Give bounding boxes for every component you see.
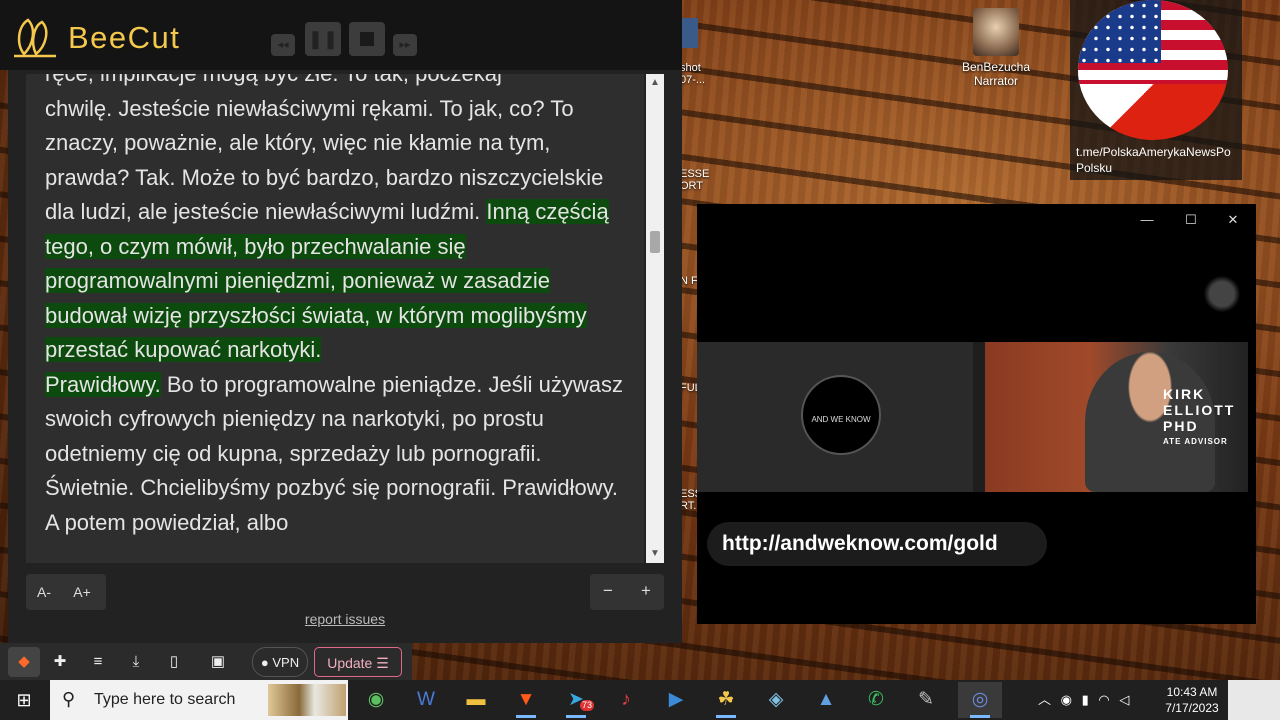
file-explorer-icon[interactable]: ▬ (454, 682, 498, 718)
media-player-icon[interactable]: ▶ (654, 682, 698, 718)
windows-start-icon[interactable]: ⊞ (0, 680, 48, 720)
app-icon-active[interactable]: ◎ (958, 682, 1002, 718)
speaker-icon[interactable]: ◁ (1119, 692, 1129, 707)
beecut-icon[interactable]: ☘ (704, 682, 748, 718)
transcript-viewport[interactable]: ręce, implikacje mogą być złe. To tak, p… (26, 74, 644, 563)
stop-button[interactable] (349, 22, 385, 56)
scroll-down-icon[interactable]: ▼ (646, 545, 664, 563)
zoom-out-button[interactable]: − (590, 574, 626, 610)
download-icon[interactable]: ⤓ (122, 647, 150, 677)
maximize-icon[interactable]: ☐ (1173, 210, 1209, 230)
app-icon-green[interactable]: ◉ (354, 682, 398, 718)
meet-now-icon[interactable]: ◉ (1061, 692, 1072, 707)
microphone-icon[interactable]: ▮ (1082, 692, 1089, 707)
telegram-icon[interactable]: ➤ 73 (554, 682, 598, 718)
forward-button[interactable]: ▸▸ (393, 34, 417, 56)
video-frame: AND WE KNOW KIRK ELLIOTT PHD ATE ADVISOR (697, 342, 1248, 492)
bee-logo-icon (14, 18, 56, 58)
app-icon-blue[interactable]: ◈ (754, 682, 798, 718)
scroll-up-icon[interactable]: ▲ (646, 74, 664, 92)
paint-icon[interactable]: ✎ (904, 682, 948, 718)
vpn-button[interactable]: ● VPN (252, 647, 308, 677)
taskbar-search-box[interactable]: ⚲ Type here to search (50, 680, 348, 720)
desktop-icon-telegram-channel[interactable]: t.me/PolskaAmerykaNewsPo Polsku (1070, 0, 1242, 180)
desktop-icon-partial[interactable] (680, 18, 700, 48)
update-button[interactable]: Update ☰ (314, 647, 402, 677)
font-decrease-button[interactable]: A- (26, 574, 62, 610)
video-left-panel: AND WE KNOW (697, 342, 973, 492)
us-poland-flag-icon (1078, 0, 1228, 140)
desktop-icon-label: t.me/PolskaAmerykaNewsPo Polsku (1076, 145, 1231, 175)
brave-shield-icon[interactable]: ◆ (8, 647, 40, 677)
video-player-window[interactable]: — ☐ ✕ AND WE KNOW KIRK ELLIOTT PHD ATE A… (697, 204, 1256, 624)
app-name: BeeCut (68, 20, 181, 55)
sidebar-icon[interactable]: ▯ (160, 647, 188, 677)
font-increase-button[interactable]: A+ (64, 574, 100, 610)
font-size-controls: A- A+ (26, 574, 106, 610)
narrator-avatar-icon (973, 8, 1019, 56)
zoom-in-button[interactable]: + (628, 574, 664, 610)
playlist-icon[interactable]: ≡ (84, 647, 112, 677)
beecut-toolbar: BeeCut ◂◂ ❚❚ ▸▸ (0, 0, 682, 70)
system-tray: ︿ ◉ ▮ ◠ ◁ (1034, 680, 1170, 720)
whatsapp-icon[interactable]: ✆ (854, 682, 898, 718)
app-icon-red[interactable]: ♪ (604, 682, 648, 718)
taskbar-clock[interactable]: 10:43 AM 7/17/2023 (1160, 684, 1224, 716)
telegram-badge: 73 (580, 700, 595, 711)
word-icon[interactable]: W (404, 682, 448, 718)
video-speaker-panel: KIRK ELLIOTT PHD ATE ADVISOR (985, 342, 1248, 492)
pause-button[interactable]: ❚❚ (305, 22, 341, 56)
channel-watermark-logo (1199, 274, 1245, 314)
clock-time: 10:43 AM (1166, 685, 1218, 699)
close-icon[interactable]: ✕ (1215, 210, 1251, 230)
transcript-text: ręce, implikacje mogą być złe. To tak, p… (45, 74, 635, 540)
windows-taskbar: ⊞ ⚲ Type here to search ◉ W ▬ ▼ ➤ 73 ♪ ▶ … (0, 680, 1280, 720)
transcript-panel: ręce, implikacje mogą być złe. To tak, p… (8, 70, 682, 643)
and-we-know-logo: AND WE KNOW (801, 375, 881, 455)
zoom-controls: − + (590, 574, 664, 610)
scrollbar-thumb[interactable] (650, 231, 660, 253)
search-highlight-image (268, 684, 346, 716)
desktop-icon-label: BenBezucha Narrator (961, 60, 1031, 88)
desktop-icon-benbezucha[interactable]: BenBezucha Narrator (958, 8, 1034, 88)
transcript-scrollbar[interactable]: ▲ ▼ (646, 74, 664, 563)
desktop-icon-label-partial: ESSE ORT (680, 168, 710, 192)
transcript-highlight: Prawidłowy. (45, 371, 161, 397)
report-issues-link[interactable]: report issues (8, 611, 682, 627)
transcript-line: ręce, implikacje mogą być złe. To tak, p… (45, 74, 502, 86)
clock-date: 7/17/2023 (1165, 701, 1219, 715)
search-icon: ⚲ (62, 689, 76, 709)
extensions-puzzle-icon[interactable]: ✚ (46, 647, 74, 677)
search-placeholder: Type here to search (94, 691, 236, 708)
chevron-up-icon[interactable]: ︿ (1038, 692, 1051, 707)
url-overlay: http://andweknow.com/gold (707, 522, 1047, 566)
wallet-icon[interactable]: ▣ (204, 647, 232, 677)
notification-area[interactable] (1228, 680, 1280, 720)
photos-icon[interactable]: ▲ (804, 682, 848, 718)
brave-browser-icon[interactable]: ▼ (504, 682, 548, 718)
browser-toolbar: ◆ ✚ ≡ ⤓ ▯ ▣ ● VPN Update ☰ (0, 643, 412, 680)
minimize-icon[interactable]: — (1129, 210, 1165, 230)
desktop-icon-label-partial: shot 07-... (680, 62, 706, 86)
lower-third-name: KIRK ELLIOTT PHD ATE ADVISOR (1163, 386, 1236, 446)
rewind-button[interactable]: ◂◂ (271, 34, 295, 56)
wifi-icon[interactable]: ◠ (1098, 692, 1109, 707)
